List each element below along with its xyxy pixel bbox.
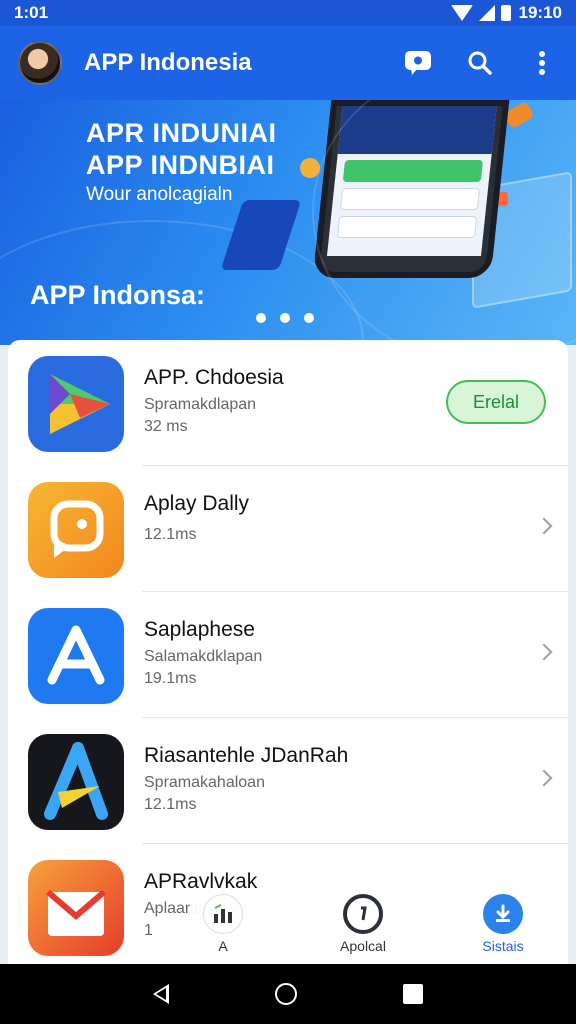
phone-screen-header (337, 106, 497, 154)
status-left-text: 1:01 (14, 3, 49, 22)
download-icon (483, 894, 523, 934)
app-subtitle: Spramakdlapan (144, 396, 257, 413)
phone-screen-card (336, 216, 478, 238)
system-nav-bar (0, 964, 576, 1024)
chart-icon (203, 894, 243, 934)
recents-icon[interactable] (403, 984, 423, 1004)
app-subtitle: Spramakahaloan (144, 774, 265, 791)
nav-item-home[interactable]: A (168, 894, 278, 954)
list-item[interactable]: APP. Chdoesia Spramakdlapan 32 ms Erelal (8, 340, 568, 466)
wifi-icon (450, 5, 473, 21)
status-time: 19:10 (518, 3, 562, 22)
battery-icon (500, 5, 511, 21)
status-icons (450, 5, 511, 21)
avatar[interactable] (18, 41, 62, 85)
app-list: APP. Chdoesia Spramakdlapan 32 ms Erelal… (8, 340, 568, 980)
list-item[interactable]: Riasantehle JDanRah Spramakahaloan 12.1m… (8, 718, 568, 844)
app-size: 1 (144, 922, 153, 939)
search-icon[interactable] (464, 47, 496, 79)
chevron-right-icon[interactable] (535, 517, 553, 535)
carousel-dot[interactable] (304, 313, 314, 323)
decor-shape (300, 158, 320, 178)
phone-screen-card (342, 160, 484, 182)
app-icon-mail (28, 860, 124, 956)
phone-illustration (312, 100, 510, 278)
app-size: 12.1ms (144, 526, 197, 543)
phone-screen (326, 106, 497, 256)
home-icon[interactable] (275, 983, 297, 1005)
app-icon-a (28, 608, 124, 704)
app-size: 32 ms (144, 418, 188, 435)
app-title: APP Indonesia (84, 49, 252, 76)
app-bar: APP Indonesia (0, 26, 576, 100)
decor-panel (220, 200, 302, 270)
chevron-right-icon[interactable] (535, 643, 553, 661)
app-name: APP. Chdoesia (144, 366, 284, 389)
list-item[interactable]: Saplaphese Salamakdklapan 19.1ms (8, 592, 568, 718)
nav-label: Sistais (482, 938, 524, 954)
nav-item-sistais[interactable]: Sistais (448, 894, 558, 954)
app-size: 12.1ms (144, 796, 197, 813)
banner-tagline: Wour anolcagialn (86, 184, 233, 205)
app-icon-play (28, 356, 124, 452)
app-name: Aplay Dally (144, 492, 250, 515)
app-actions (402, 47, 558, 79)
decor-shape (486, 150, 500, 164)
banner-headline: APR INDUNIAI (86, 118, 277, 148)
decor-shape (503, 100, 535, 130)
app-name: Saplaphese (144, 618, 255, 641)
banner-headline-2: APP INDNBIAI (86, 150, 275, 180)
back-icon[interactable] (153, 984, 169, 1004)
status-bar: 1:01 19:10 (0, 0, 576, 26)
chevron-right-icon[interactable] (535, 769, 553, 787)
more-vert-icon[interactable] (526, 47, 558, 79)
nav-item-apolcal[interactable]: Apolcal (308, 894, 418, 954)
promo-banner[interactable]: APR INDUNIAI APP INDNBIAI Wour anolcagia… (0, 100, 576, 345)
decor-shape (490, 192, 508, 206)
signal-icon (478, 5, 495, 21)
phone-screen-card (339, 188, 481, 210)
app-icon-chat (28, 482, 124, 578)
app-icon-dark-a (28, 734, 124, 830)
decor-shape (460, 212, 476, 228)
bottom-nav: A Apolcal Sistais (190, 888, 560, 966)
carousel-dot[interactable] (256, 313, 266, 323)
carousel-dot[interactable] (280, 313, 290, 323)
status-right: 19:10 (450, 3, 562, 23)
app-subtitle: Salamakdklapan (144, 648, 263, 665)
list-item[interactable]: Aplay Dally 12.1ms (8, 466, 568, 592)
nav-label: Apolcal (340, 938, 386, 954)
clock-icon (343, 894, 383, 934)
nav-label: A (218, 938, 228, 954)
app-name: Riasantehle JDanRah (144, 744, 349, 767)
chat-icon[interactable] (402, 47, 434, 79)
carousel-dots (256, 313, 314, 323)
install-button[interactable]: Erelal (446, 380, 546, 424)
banner-title: APP Indonsa: (30, 280, 206, 310)
app-size: 19.1ms (144, 670, 197, 687)
decor-panel (472, 171, 572, 309)
